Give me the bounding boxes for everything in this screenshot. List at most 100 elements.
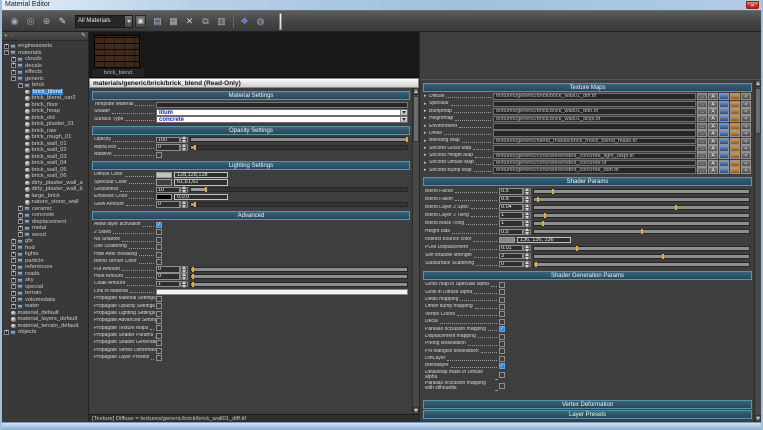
- spinner-down-icon[interactable]: [525, 200, 529, 203]
- slider-track[interactable]: [190, 267, 408, 272]
- scroll-up-button[interactable]: [413, 88, 419, 95]
- checkbox[interactable]: [156, 244, 162, 250]
- spinner-down-icon[interactable]: [182, 148, 186, 151]
- value-spinner-arrows[interactable]: [180, 201, 188, 208]
- browse-texture-button[interactable]: …: [697, 130, 707, 137]
- preview-texture-button[interactable]: [730, 93, 740, 100]
- slider-thumb[interactable]: [192, 267, 194, 272]
- slider-track[interactable]: [533, 213, 750, 218]
- save-item-icon[interactable]: ▦: [166, 14, 181, 29]
- value-spinner-arrows[interactable]: [523, 204, 531, 211]
- texture-path-field[interactable]: textures/generic/blend_masks/brick_moss_…: [493, 138, 696, 145]
- collapse-row-button[interactable]: <: [741, 145, 751, 152]
- slider-track[interactable]: [533, 262, 750, 267]
- value-spinner-arrows[interactable]: [523, 220, 531, 227]
- reset-material-on-selection-icon[interactable]: ◎: [23, 14, 38, 29]
- value-spinner[interactable]: 0.5: [499, 229, 523, 236]
- checkbox[interactable]: [156, 303, 162, 309]
- combo-field[interactable]: concrete: [156, 116, 408, 123]
- text-field[interactable]: [156, 102, 408, 108]
- checkbox[interactable]: [156, 333, 162, 339]
- scroll-down-button[interactable]: [755, 415, 761, 422]
- section-header-vertex-deformation[interactable]: Vertex Deformation: [423, 400, 752, 409]
- preview-texture-button[interactable]: [730, 108, 740, 115]
- assign-texture-button[interactable]: A: [708, 93, 718, 100]
- combo-field[interactable]: Illum: [156, 109, 408, 116]
- checkbox[interactable]: [499, 334, 505, 340]
- slider-thumb[interactable]: [194, 145, 196, 150]
- checkbox[interactable]: [499, 297, 505, 303]
- edit-texture-button[interactable]: [719, 138, 729, 145]
- section-header[interactable]: Lighting Settings: [92, 161, 410, 170]
- color-value-field[interactable]: 128,128,128: [174, 172, 228, 179]
- slider-thumb[interactable]: [192, 282, 194, 287]
- checkbox[interactable]: [156, 340, 162, 346]
- tree-expander[interactable]: +: [4, 330, 9, 335]
- tree-expander[interactable]: +: [11, 239, 16, 244]
- tree-expander[interactable]: +: [11, 57, 16, 62]
- slider-thumb[interactable]: [662, 254, 664, 259]
- eyedropper-icon[interactable]: ✎: [81, 33, 86, 39]
- texture-path-field[interactable]: textures/generic/brick/brick_wall01_diff…: [493, 93, 696, 100]
- spinner-down-icon[interactable]: [525, 208, 529, 211]
- checkbox[interactable]: ✓: [156, 222, 162, 228]
- texture-path-field[interactable]: textures/generic/concrete/eroded_concret…: [493, 160, 696, 167]
- value-spinner-arrows[interactable]: [180, 281, 188, 288]
- add-new-item-icon[interactable]: ▤: [150, 14, 165, 29]
- tree-expander[interactable]: +: [11, 265, 16, 270]
- spinner-up-icon[interactable]: [525, 253, 529, 256]
- tree-expander[interactable]: −: [18, 83, 23, 88]
- checkbox[interactable]: [499, 282, 505, 288]
- texture-path-field[interactable]: [493, 123, 696, 130]
- material-preview-pane[interactable]: brick_blend: [89, 32, 419, 78]
- tree-expander[interactable]: +: [11, 63, 16, 68]
- slider-thumb[interactable]: [576, 246, 578, 251]
- tree-expander[interactable]: +: [11, 245, 16, 250]
- slider-track[interactable]: [533, 254, 750, 259]
- material-filter-dropdown[interactable]: All Materials: [75, 15, 133, 28]
- assign-texture-button[interactable]: A: [708, 145, 718, 152]
- combo-dropdown-button[interactable]: [400, 117, 407, 122]
- spinner-down-icon[interactable]: [525, 249, 529, 252]
- preview-texture-button[interactable]: [730, 160, 740, 167]
- tree-expander[interactable]: +: [18, 213, 23, 218]
- collapse-row-button[interactable]: <: [741, 167, 751, 174]
- slider-thumb[interactable]: [544, 213, 546, 218]
- spinner-down-icon[interactable]: [525, 224, 529, 227]
- value-spinner-arrows[interactable]: [180, 187, 188, 194]
- tree-expander[interactable]: −: [11, 76, 16, 81]
- spinner-up-icon[interactable]: [525, 188, 529, 191]
- browse-texture-button[interactable]: …: [697, 101, 707, 108]
- browse-texture-button[interactable]: …: [697, 108, 707, 115]
- slider-thumb[interactable]: [535, 262, 537, 267]
- value-spinner[interactable]: 1: [156, 281, 180, 288]
- slider-track[interactable]: [533, 205, 750, 210]
- tree-expander[interactable]: +: [11, 291, 16, 296]
- assign-texture-button[interactable]: A: [708, 130, 718, 137]
- spinner-down-icon[interactable]: [525, 216, 529, 219]
- texture-path-field[interactable]: textures/generic/concrete/eroded_concret…: [493, 167, 696, 174]
- edit-texture-button[interactable]: [719, 167, 729, 174]
- value-spinner[interactable]: 10: [156, 187, 180, 194]
- checkbox[interactable]: [499, 319, 505, 325]
- checkbox[interactable]: [499, 289, 505, 295]
- spinner-up-icon[interactable]: [525, 204, 529, 207]
- assign-texture-button[interactable]: A: [708, 152, 718, 159]
- spinner-down-icon[interactable]: [182, 285, 186, 288]
- value-spinner-arrows[interactable]: [180, 137, 188, 144]
- section-header[interactable]: Opacity Settings: [92, 126, 410, 135]
- edit-texture-button[interactable]: [719, 123, 729, 130]
- texture-path-field[interactable]: [493, 101, 696, 108]
- collapse-row-button[interactable]: <: [741, 123, 751, 130]
- material-preview-thumbnail[interactable]: [94, 35, 140, 68]
- slider-track[interactable]: [533, 197, 750, 202]
- assign-material-to-selection-icon[interactable]: ◉: [7, 14, 22, 29]
- color-value-field[interactable]: 136, 136, 136: [517, 237, 571, 244]
- slider-thumb[interactable]: [192, 274, 194, 279]
- assign-texture-button[interactable]: A: [708, 101, 718, 108]
- browse-materials-button[interactable]: ▣: [135, 15, 146, 28]
- dropdown-arrow-icon[interactable]: [124, 16, 132, 27]
- slider-track[interactable]: [190, 282, 408, 287]
- tree-expander[interactable]: +: [18, 206, 23, 211]
- assign-texture-button[interactable]: A: [708, 160, 718, 167]
